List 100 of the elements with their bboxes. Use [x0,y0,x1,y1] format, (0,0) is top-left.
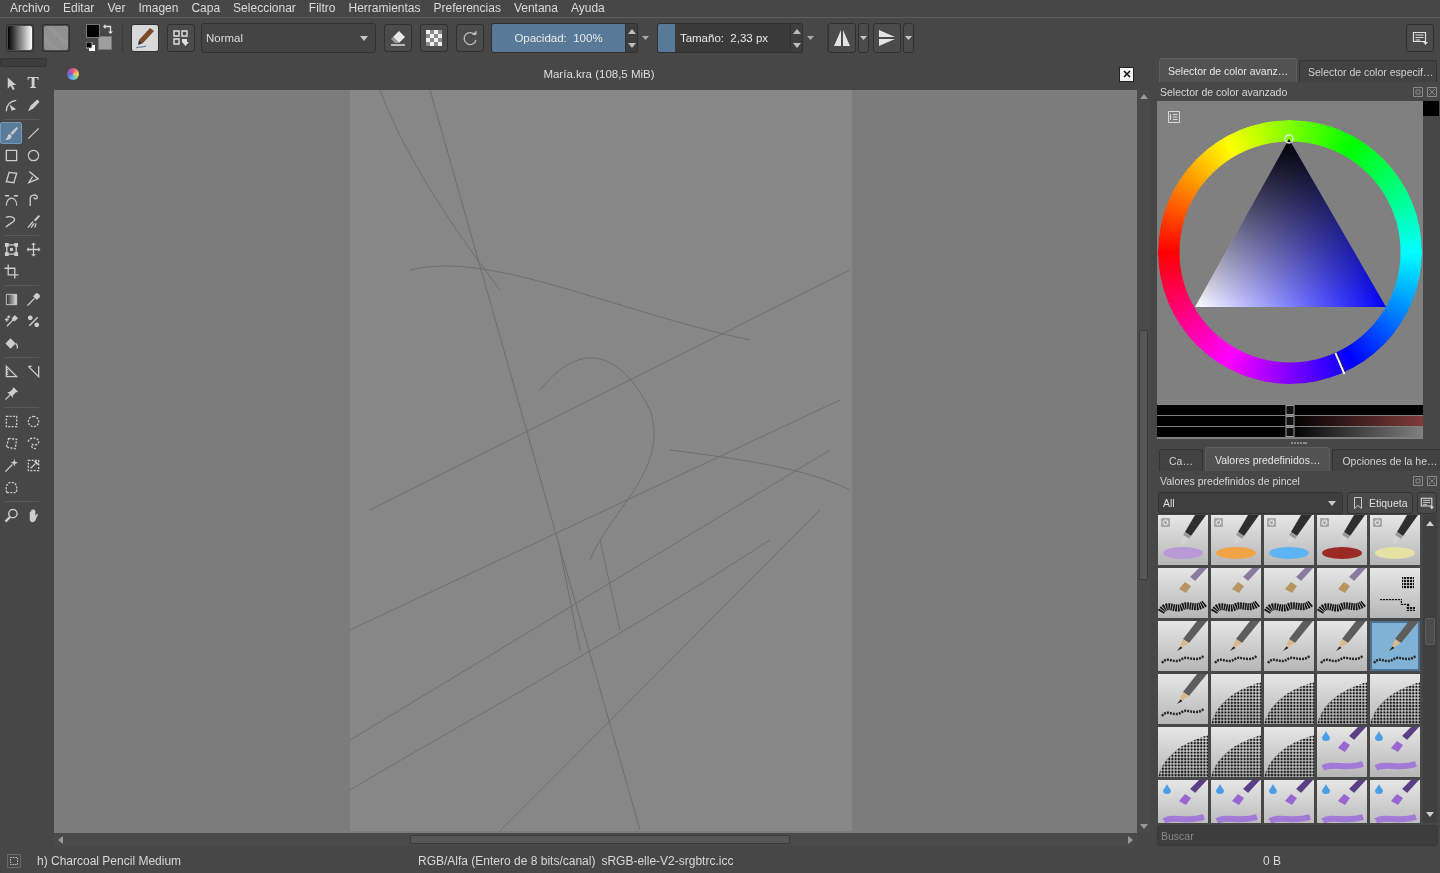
brush-preset[interactable] [1370,515,1420,565]
menu-item[interactable]: Archivo [10,1,50,16]
slider-handle[interactable] [1285,405,1295,415]
scrollbar-thumb[interactable] [1139,330,1148,580]
menu-item[interactable]: Ayuda [570,1,605,16]
gradient-button[interactable] [6,24,34,52]
scrollbar[interactable] [1423,515,1437,823]
settings-list-icon[interactable] [1168,111,1180,123]
slider-handle[interactable] [1285,416,1295,426]
scroll-right-icon[interactable] [1128,835,1133,844]
foreground-color-swatch[interactable] [86,24,100,38]
menu-item[interactable]: Ver [107,1,126,16]
dock-tab[interactable]: Ca… [1159,449,1203,471]
mirror-vertical-button[interactable] [873,23,901,53]
brush-preset[interactable] [1264,727,1314,777]
dashed-square-icon[interactable] [7,854,21,868]
dock-tab[interactable]: Valores predefinidos… [1204,447,1331,471]
brush-preset[interactable] [1158,674,1208,724]
brush-preset[interactable] [1317,780,1367,823]
dropdown-button[interactable] [903,23,914,53]
menu-item[interactable]: Imagen [138,1,179,16]
grid-menu-button[interactable] [167,24,195,52]
close-icon[interactable] [1427,476,1437,486]
dock-tab[interactable]: Opciones de la he… [1332,449,1440,471]
float-icon[interactable] [1413,476,1423,486]
color-swatch[interactable] [1423,101,1439,116]
brush-preset[interactable] [1211,515,1261,565]
opacity-slider[interactable]: Opacidad: 100% [491,23,626,53]
eraser-button[interactable] [384,24,412,52]
search-field[interactable]: Buscar [1157,825,1438,846]
brush-preset[interactable] [1264,780,1314,823]
brush-preset[interactable] [1264,515,1314,565]
slider-handle[interactable] [1285,427,1295,437]
background-color-swatch[interactable] [98,36,112,50]
scroll-down-icon[interactable] [1426,812,1434,817]
brush-preset[interactable] [1158,621,1208,671]
caret-icon[interactable] [807,36,814,40]
brush-preset[interactable] [1317,621,1367,671]
menu-item[interactable]: Herramientas [348,1,421,16]
brush-preset[interactable] [1317,727,1367,777]
dock-tab[interactable]: Selector de color especif… [1299,60,1437,82]
brush-preset[interactable] [1211,780,1261,823]
size-slider[interactable]: Tamaño: 2,33 px [657,23,791,53]
brush-preset[interactable] [1370,568,1420,618]
brush-preset[interactable] [1370,674,1420,724]
brush-preset[interactable] [1264,568,1314,618]
menu-item[interactable]: Filtro [308,1,336,16]
brush-preset[interactable] [1211,568,1261,618]
scroll-up-icon[interactable] [1139,94,1148,99]
dropdown-button[interactable] [858,23,869,53]
splitter-grip-icon[interactable] [1290,441,1307,445]
brush-preset-button[interactable] [131,24,159,52]
down-arrow-icon[interactable] [792,42,801,48]
tool-button[interactable] [0,122,22,144]
dock-tab[interactable]: Selector de color avanz… [1159,58,1297,82]
menu-item[interactable]: Seleccionar [233,1,296,16]
tool-button[interactable]: T [22,72,44,94]
brush-preset[interactable] [1370,780,1420,823]
hue-marker-icon[interactable] [1334,352,1346,375]
scroll-up-icon[interactable] [1426,521,1434,526]
swap-arrows-icon[interactable] [103,24,113,34]
menu-item[interactable]: Ventana [513,1,558,16]
menu-item[interactable]: Preferencias [433,1,501,16]
pattern-button[interactable] [42,24,70,52]
blend-mode-dropdown[interactable]: Normal [201,23,376,53]
scroll-left-icon[interactable] [58,835,63,844]
default-colors-icon[interactable] [86,42,95,51]
ring-marker-icon[interactable] [1284,134,1294,144]
reload-button[interactable] [456,24,484,52]
brush-preset[interactable] [1211,727,1261,777]
float-icon[interactable] [1413,86,1423,97]
brush-preset[interactable] [1317,674,1367,724]
caret-icon[interactable] [642,36,649,40]
brush-preset[interactable] [1158,515,1208,565]
close-button[interactable] [1119,66,1134,82]
brush-preset[interactable] [1317,568,1367,618]
alpha-lock-button[interactable] [420,24,448,52]
preset-menu-button[interactable] [1417,492,1437,514]
scrollbar-thumb[interactable] [410,835,790,844]
shade-slider[interactable] [1157,405,1423,415]
scroll-down-icon[interactable] [1139,824,1148,829]
shade-slider[interactable] [1157,427,1423,437]
tag-button[interactable]: Etiqueta [1347,492,1413,514]
up-arrow-icon[interactable] [792,28,801,34]
filter-dropdown[interactable]: All [1158,492,1343,514]
brush-preset[interactable] [1158,568,1208,618]
brush-preset[interactable] [1264,674,1314,724]
docker-menu-button[interactable] [1406,24,1434,52]
up-arrow-icon[interactable] [627,28,636,34]
close-icon[interactable] [1427,86,1437,97]
menu-item[interactable]: Editar [63,1,95,16]
brush-preset[interactable] [1211,621,1261,671]
scrollbar-thumb[interactable] [1425,618,1435,645]
down-arrow-icon[interactable] [627,42,636,48]
brush-preset[interactable] [1317,515,1367,565]
shade-slider[interactable] [1157,416,1423,426]
brush-preset[interactable] [1158,727,1208,777]
brush-preset[interactable] [1158,780,1208,823]
mirror-horizontal-button[interactable] [828,23,856,53]
brush-preset[interactable] [1264,621,1314,671]
